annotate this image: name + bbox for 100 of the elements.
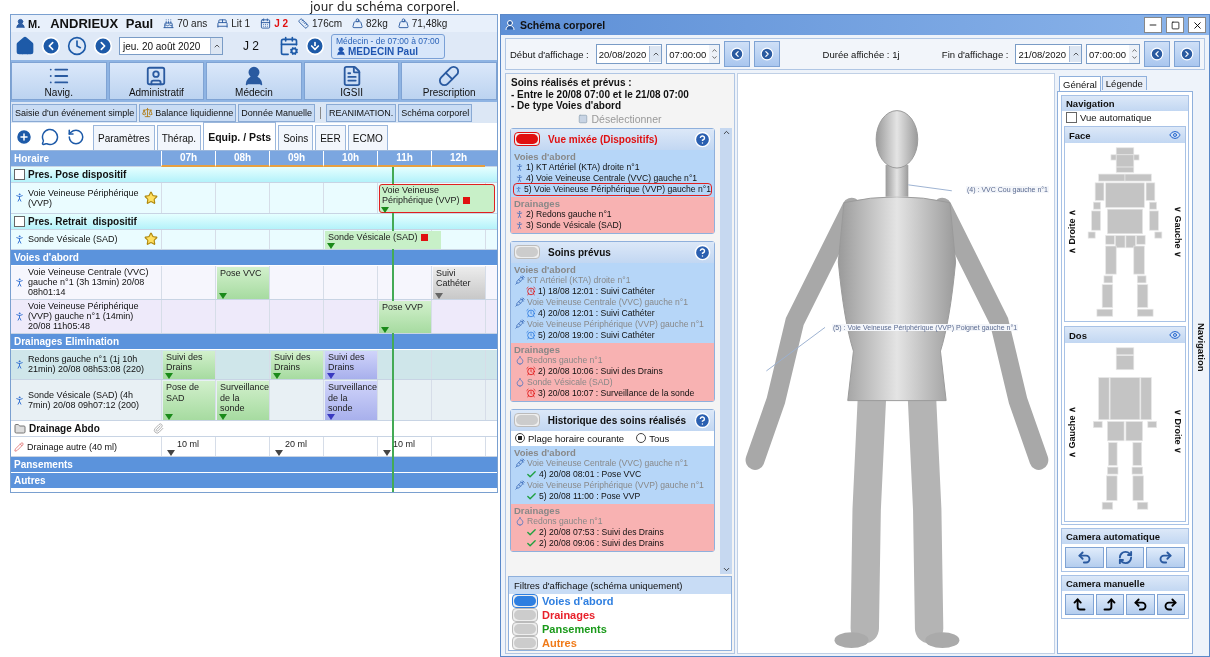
tab[interactable]: Soins <box>278 125 314 150</box>
radio-option[interactable]: Plage horaire courante <box>515 432 625 444</box>
action-button[interactable]: REANIMATION. <box>325 103 397 122</box>
device-item[interactable]: 3) Sonde Vésicale (SAD) <box>514 219 711 231</box>
previous-icon[interactable] <box>41 36 61 56</box>
patient-stat: 176cm <box>312 18 343 29</box>
time-field[interactable]: 07:00:00 <box>666 44 721 64</box>
download-icon[interactable] <box>305 36 325 56</box>
add-icon[interactable] <box>15 128 33 146</box>
date-field[interactable]: 21/08/2020 <box>1015 44 1082 64</box>
maximize-button[interactable] <box>1166 17 1184 33</box>
device-item[interactable]: 2) Redons gauche n°1 <box>514 208 711 220</box>
down-icon[interactable] <box>721 565 731 574</box>
next-button[interactable] <box>754 41 781 67</box>
eye-icon[interactable] <box>1169 329 1181 341</box>
care-entry: 4) 20/08 12:01 : Suivi Cathéter <box>538 307 655 319</box>
calendar-edit-icon[interactable] <box>279 36 299 56</box>
tab[interactable]: Général <box>1059 76 1101 91</box>
comment-icon[interactable] <box>41 128 59 146</box>
scrollbar[interactable] <box>720 127 732 574</box>
eye-icon[interactable] <box>1169 129 1181 141</box>
timeline-event[interactable]: Pose VVC <box>217 266 269 299</box>
checkbox[interactable] <box>14 169 25 180</box>
turn-left-button[interactable] <box>1126 594 1155 615</box>
toggle-switch[interactable] <box>514 245 540 259</box>
tilt-up-button[interactable] <box>1065 594 1094 615</box>
toggle-switch[interactable] <box>514 132 540 146</box>
action-button[interactable]: Donnée Manuelle <box>238 103 315 122</box>
tab[interactable]: Equip. / Psts <box>203 122 277 150</box>
action-button[interactable]: Schéma corporel <box>398 103 473 122</box>
rotate-right-button[interactable] <box>1146 547 1185 568</box>
tab[interactable]: ECMO <box>347 125 388 150</box>
up-icon <box>1130 47 1138 54</box>
checkbox[interactable] <box>1066 112 1077 123</box>
module-button[interactable]: Prescription <box>401 62 497 100</box>
module-button[interactable]: Administratif <box>108 62 205 100</box>
doctor-box[interactable]: Médecin - de 07:00 à 07:00 MEDECIN Paul <box>331 33 445 59</box>
timeline-event[interactable]: Suivi des Drains <box>325 350 377 380</box>
rotate-left-icon <box>1132 597 1148 612</box>
tab[interactable]: Légende <box>1101 76 1147 90</box>
toggle-switch[interactable] <box>512 594 538 608</box>
previous-button[interactable] <box>724 41 751 67</box>
person-icon <box>14 358 25 370</box>
tilt-down-button[interactable] <box>1095 594 1124 615</box>
volume-entry[interactable]: 20 ml <box>271 438 323 457</box>
module-button[interactable]: Médecin <box>206 62 302 100</box>
checkbox[interactable] <box>14 215 25 227</box>
tab[interactable]: Thérap. <box>156 125 202 150</box>
module-button[interactable]: Navig. <box>11 62 107 100</box>
panel-title: Dos <box>1069 329 1087 341</box>
paperclip-icon <box>153 423 164 435</box>
down-icon <box>710 54 718 61</box>
balance-button[interactable]: Balance liquidienne <box>139 103 237 122</box>
date-field[interactable]: jeu. 20 août 2020 <box>119 37 223 55</box>
spinner-button[interactable] <box>709 45 720 63</box>
row-label: Sonde Vésicale (SAD) <box>28 234 119 245</box>
reset-button[interactable] <box>1105 547 1145 568</box>
timeline-event[interactable]: Suivi Cathéter <box>433 266 485 299</box>
timeline-event[interactable]: Surveillance de la sonde <box>325 381 377 421</box>
folder-icon <box>14 422 26 435</box>
help-icon[interactable] <box>694 243 711 261</box>
toggle-switch[interactable] <box>512 608 538 622</box>
date-field[interactable]: 20/08/2020 <box>595 44 663 64</box>
timeline-event[interactable]: Suivi des Drains <box>163 350 215 380</box>
caret-icon <box>1071 50 1080 58</box>
device-item[interactable]: 1) KT Artériel (KTA) droite n°1 <box>514 161 711 173</box>
rotate-left-button[interactable] <box>1065 547 1104 568</box>
tab[interactable]: Paramètres <box>93 125 155 150</box>
toggle-switch[interactable] <box>512 636 538 650</box>
time-field[interactable]: 07:00:00 <box>1086 44 1140 64</box>
turn-right-button[interactable] <box>1156 594 1185 615</box>
home-icon[interactable] <box>15 36 35 56</box>
minimize-button[interactable] <box>1144 17 1162 33</box>
clock-icon[interactable] <box>67 36 87 56</box>
group-label: Drainages <box>514 197 561 209</box>
timeline-event[interactable]: Suivi des Drains <box>271 350 323 380</box>
help-icon[interactable] <box>694 411 711 429</box>
timeline-event[interactable]: Sonde Vésicale (SAD) <box>325 230 441 249</box>
previous-button[interactable] <box>1144 41 1170 67</box>
day-label: J 2 <box>243 39 259 53</box>
timeline-event[interactable]: Voie Veineuse Périphérique (VVP) <box>379 184 495 213</box>
close-button[interactable] <box>1188 17 1206 33</box>
timeline-event[interactable]: Pose VVP <box>379 300 431 333</box>
row-label: Sonde Vésicale (SAD) (4h 7min) 20/08 09h07:12 (200) <box>28 389 141 411</box>
timeline-event[interactable]: Pose de SAD <box>163 381 215 421</box>
action-button[interactable]: Saisie d'un événement simple <box>12 103 138 122</box>
refresh-icon[interactable] <box>67 128 85 146</box>
next-icon[interactable] <box>93 36 113 56</box>
volume-entry[interactable]: 10 ml <box>163 438 215 457</box>
radio-option[interactable]: Tous <box>636 432 670 444</box>
toggle-switch[interactable] <box>512 622 538 636</box>
timeline-event[interactable]: Surveillance de la sonde <box>217 381 269 421</box>
spinner-button[interactable] <box>1129 45 1139 63</box>
tab[interactable]: EER <box>315 125 346 150</box>
help-icon[interactable] <box>694 130 711 148</box>
toggle-switch[interactable] <box>514 413 540 427</box>
next-button[interactable] <box>1174 41 1200 67</box>
ruler-icon <box>298 18 310 29</box>
module-button[interactable]: IGSII <box>303 62 400 100</box>
device-name: KT Artériel (KTA) droite n°1 <box>527 274 631 286</box>
